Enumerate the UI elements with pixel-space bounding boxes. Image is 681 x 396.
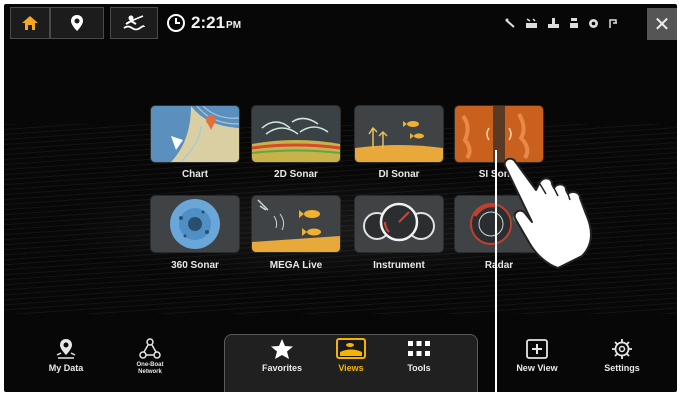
battery-icon <box>525 16 538 34</box>
view-tile-mega-live[interactable] <box>252 196 340 252</box>
view-label-mega-live: MEGA Live <box>269 260 323 271</box>
view-label-di-sonar: DI Sonar <box>378 169 420 180</box>
tools-button[interactable]: Tools <box>379 338 459 373</box>
my-data-button[interactable]: My Data <box>26 338 106 373</box>
view-tile-instrument[interactable] <box>355 196 443 252</box>
view-tile-360-sonar[interactable] <box>151 196 239 252</box>
view-tile-di-sonar[interactable] <box>355 106 443 162</box>
view-label-360-sonar: 360 Sonar <box>171 260 219 271</box>
one-boat-network-button[interactable]: One-Boat Network <box>110 338 190 376</box>
fishing-mode-button[interactable] <box>110 7 158 39</box>
clock-icon <box>167 14 185 32</box>
sonar-icon <box>569 16 579 34</box>
clock-ampm: PM <box>226 19 242 31</box>
360-sonar-thumbnail-icon <box>151 196 239 252</box>
clock-time: 2:21 <box>191 13 226 32</box>
star-icon <box>271 339 293 359</box>
one-boat-label-line1: One-Boat <box>136 362 164 368</box>
chart-thumbnail-icon <box>151 106 239 162</box>
instrument-thumbnail-icon <box>355 196 443 252</box>
view-label-instrument: Instrument <box>373 260 425 271</box>
home-screen: 2:21 PM ✕ Chart 2D Sonar DI Sonar SI Son… <box>4 4 677 392</box>
tools-grid-icon <box>408 341 430 356</box>
top-bar: 2:21 PM ✕ <box>4 4 677 42</box>
one-boat-network-label: One-Boat Network <box>137 362 164 376</box>
tools-label: Tools <box>407 363 431 373</box>
new-view-button[interactable]: New View <box>497 338 577 373</box>
view-tile-chart[interactable] <box>151 106 239 162</box>
map-pin-icon <box>71 15 83 31</box>
gps-icon <box>504 16 516 34</box>
waypoint-button[interactable] <box>50 7 104 39</box>
home-button[interactable] <box>10 7 50 39</box>
touch-hand-icon <box>503 157 592 269</box>
new-view-label: New View <box>516 363 558 373</box>
view-tile-2d-sonar[interactable] <box>252 106 340 162</box>
di-sonar-thumbnail-icon <box>355 106 443 162</box>
view-label-2d-sonar: 2D Sonar <box>274 169 318 180</box>
views-icon <box>336 338 366 359</box>
settings-label: Settings <box>604 363 640 373</box>
water-temp-icon <box>547 16 560 34</box>
my-data-label: My Data <box>48 363 84 373</box>
add-view-icon <box>526 339 548 359</box>
close-button[interactable]: ✕ <box>647 8 677 40</box>
status-icons <box>504 16 619 34</box>
home-icon <box>22 16 38 30</box>
fishing-person-icon <box>123 15 145 31</box>
gear-icon <box>612 339 632 359</box>
favorites-button[interactable]: Favorites <box>242 338 322 373</box>
settings-button[interactable]: Settings <box>582 338 662 373</box>
clock: 2:21 PM <box>166 11 241 35</box>
callout-line <box>495 150 497 396</box>
mega-live-thumbnail-icon <box>252 196 340 252</box>
favorites-label: Favorites <box>261 363 303 373</box>
views-label: Views <box>338 363 364 373</box>
network-icon <box>139 338 161 359</box>
record-icon <box>588 16 599 34</box>
2d-sonar-thumbnail-icon <box>252 106 340 162</box>
one-boat-label-line2: Network <box>138 369 162 375</box>
bottom-nav: My Data One-Boat Network Favorites Views… <box>4 338 677 392</box>
view-label-chart: Chart <box>181 169 209 180</box>
nmea-icon <box>608 16 619 34</box>
my-data-icon <box>56 339 76 359</box>
